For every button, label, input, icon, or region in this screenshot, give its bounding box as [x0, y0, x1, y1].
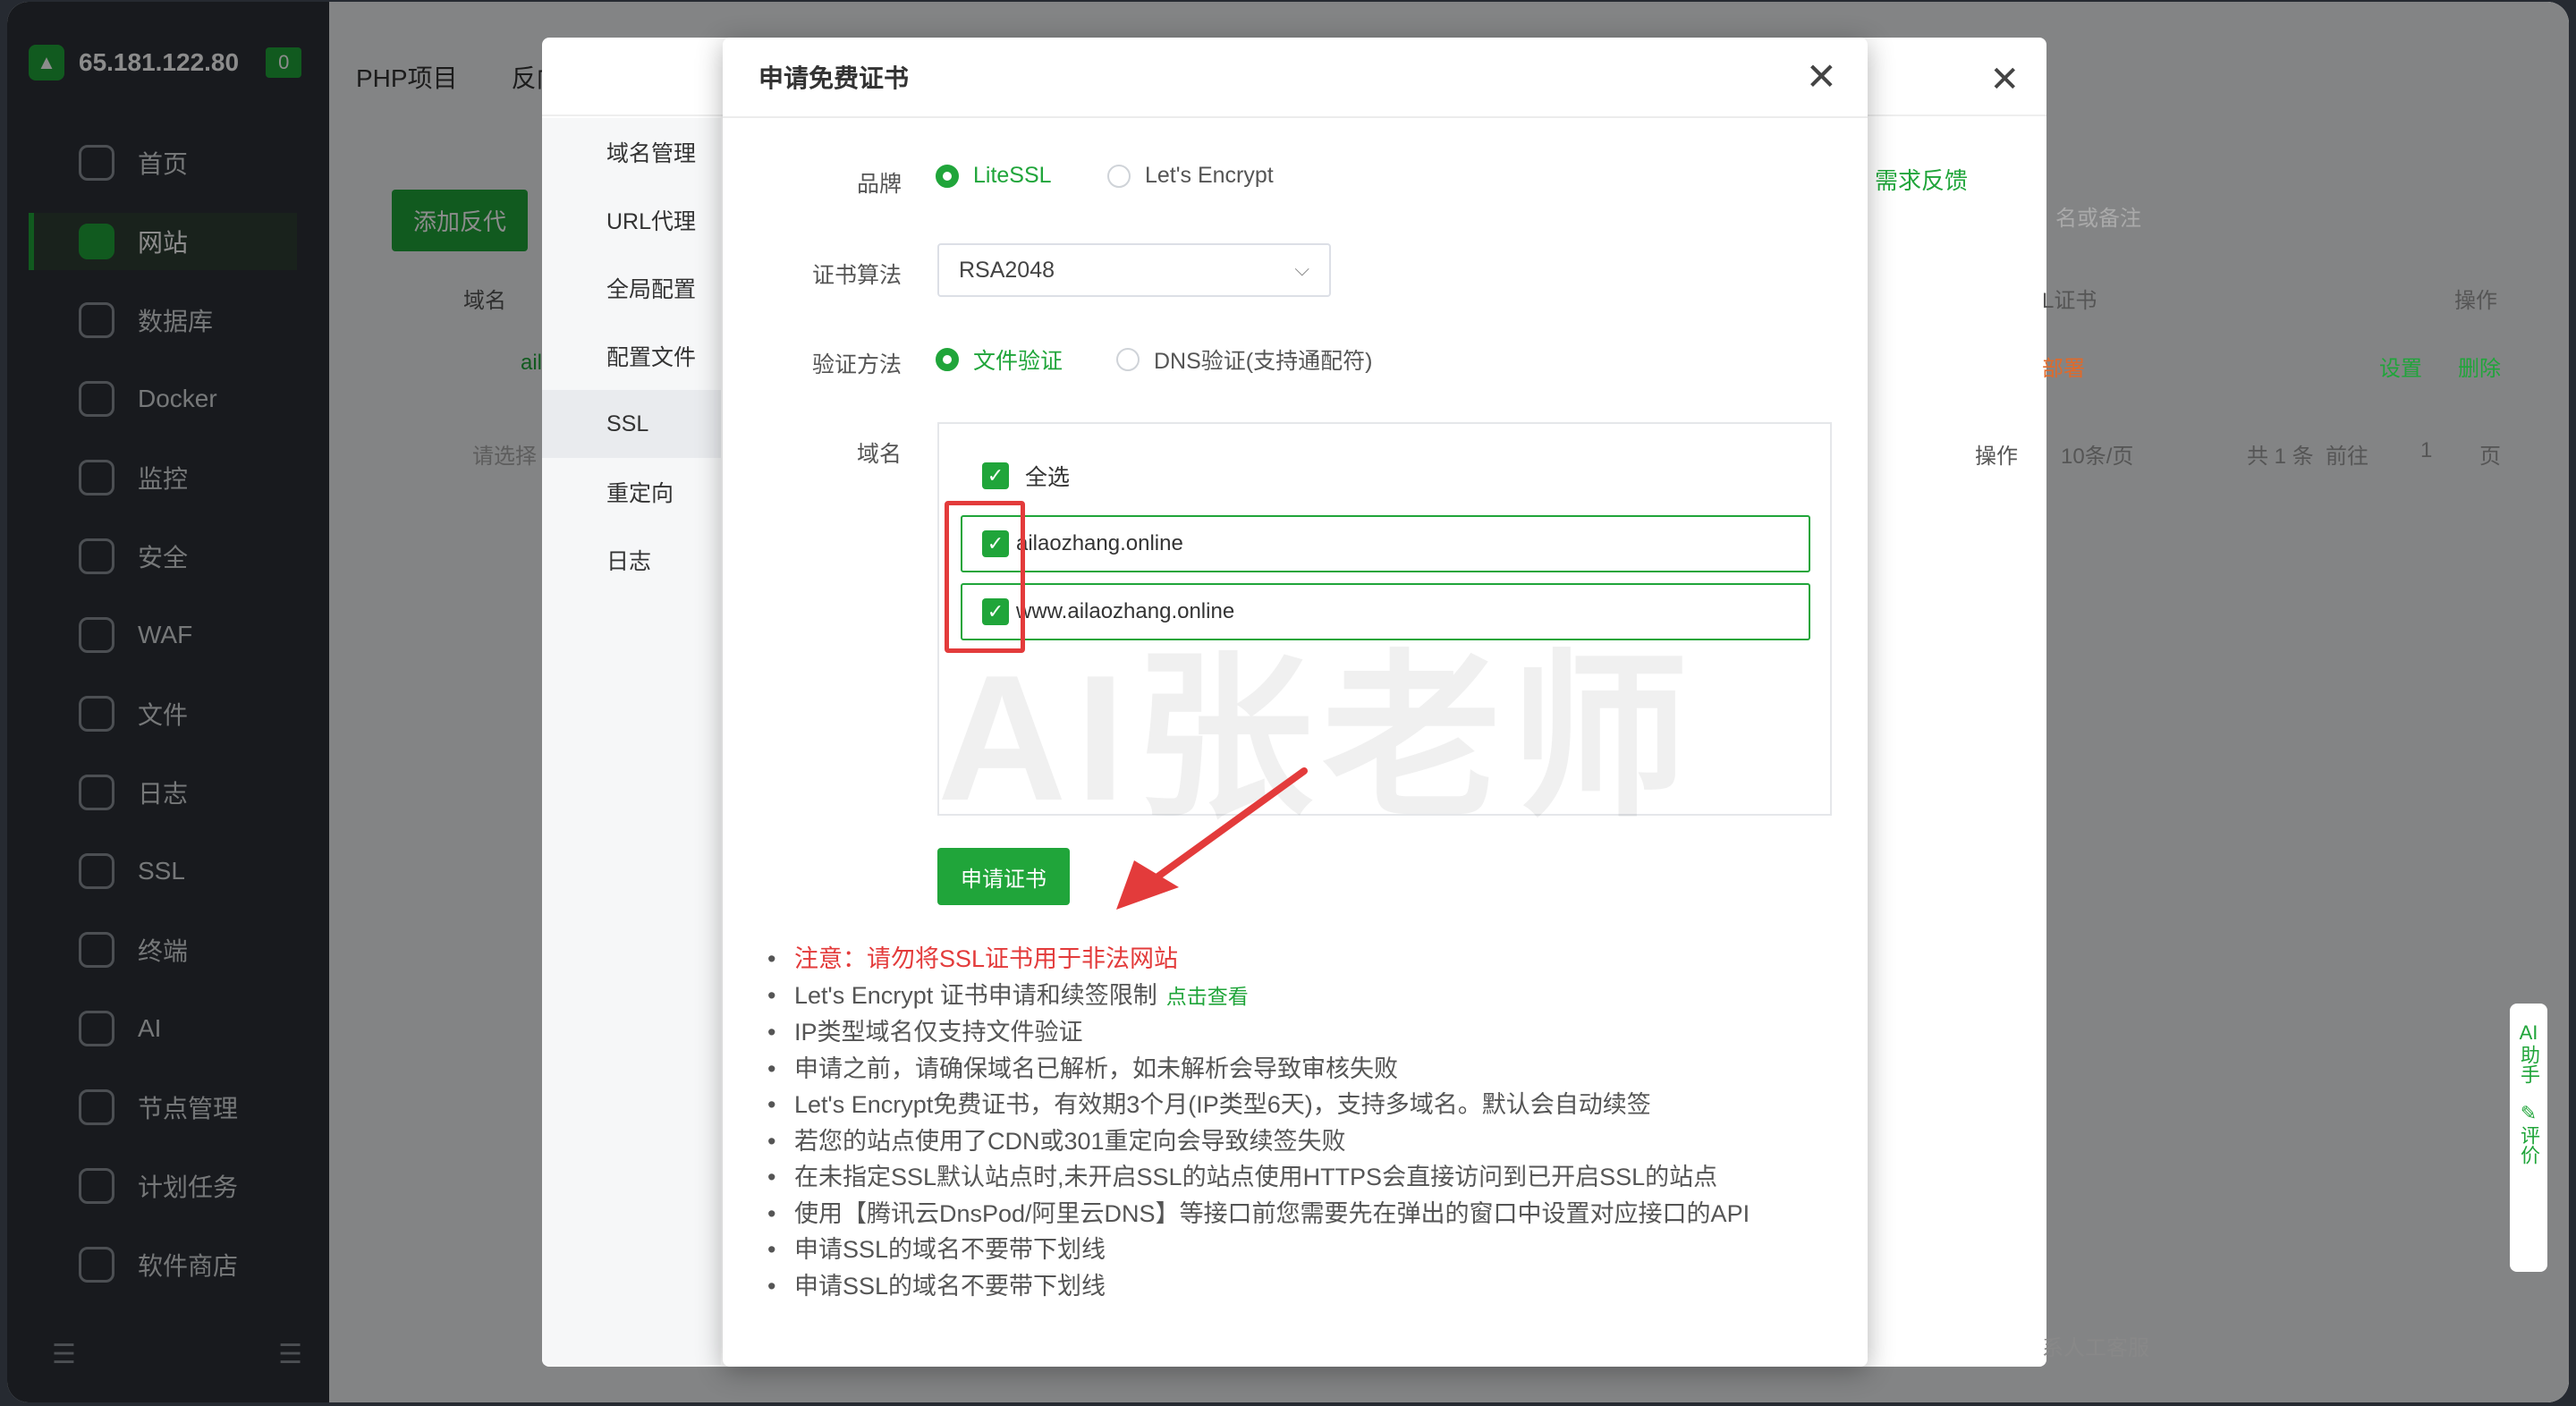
col-action: 操作 [2454, 289, 2497, 313]
ai-helper-widget[interactable]: AI 助手 ✎ 评价 [2510, 1004, 2547, 1272]
brand-label: 品牌 [856, 172, 902, 197]
note-item: 在未指定SSL默认站点时,未开启SSL的站点使用HTTPS会直接访问到已开启SS… [767, 1159, 1841, 1196]
close-icon[interactable]: ✕ [1989, 59, 2020, 100]
row-set-link[interactable]: 设置 [2379, 351, 2422, 382]
edit-icon: ✎ [2520, 1102, 2538, 1124]
row-delete-link[interactable]: 删除 [2458, 351, 2501, 382]
note-item: 使用【腾讯云DnsPod/阿里云DNS】等接口前您需要先在弹出的窗口中设置对应接… [767, 1196, 1841, 1232]
site-nav-item[interactable]: URL代理 [542, 186, 721, 254]
highlight-box [945, 501, 1025, 653]
verify-label: 验证方法 [811, 352, 902, 377]
radio-dot [936, 348, 959, 371]
algo-value: RSA2048 [959, 257, 1055, 283]
domain-name: www.ailaozhang.online [1016, 599, 1235, 623]
close-icon[interactable]: ✕ [1806, 57, 1837, 97]
site-nav-item[interactable]: 日志 [542, 526, 721, 594]
note-item: 申请SSL的域名不要带下划线 [767, 1232, 1841, 1268]
domain-label: 域名 [856, 442, 902, 467]
domain-list: ✓ 全选 ✓ ailaozhang.online ✓ www.ailaozhan… [937, 422, 1832, 816]
radio-dns-verify[interactable]: DNS验证(支持通配符) [1116, 343, 1372, 376]
page-input[interactable]: 1 [2420, 438, 2432, 463]
algo-label: 证书算法 [811, 263, 902, 288]
site-nav-item[interactable]: 域名管理 [542, 118, 721, 186]
pager-goto: 前往 [2326, 445, 2368, 469]
site-nav-item[interactable]: 全局配置 [542, 254, 721, 322]
note-item: 申请之前，请确保域名已解析，如未解析会导致审核失败 [767, 1051, 1841, 1088]
select-all-label: 全选 [1025, 465, 1071, 490]
apply-cert-modal: 申请免费证书 ✕ 品牌 LiteSSL Let's Encrypt 证书算法 R… [723, 38, 1868, 1367]
search-input[interactable]: 名或备注 [2055, 200, 2141, 232]
check-icon: ✓ [982, 462, 1009, 489]
select-all-checkbox[interactable]: ✓ 全选 [982, 460, 1070, 492]
note-item: 申请SSL的域名不要带下划线 [767, 1268, 1841, 1305]
site-nav-item[interactable]: SSL [542, 390, 721, 458]
notes-list: 注意：请勿将SSL证书用于非法网站 Let's Encrypt 证书申请和续签限… [767, 941, 1841, 1304]
deploy-status[interactable]: 部署 [2042, 351, 2085, 382]
radio-label: LiteSSL [973, 163, 1052, 188]
pager-total: 共 1 条 [2247, 445, 2314, 469]
domain-name: ailaozhang.online [1016, 531, 1183, 555]
algo-select[interactable]: RSA2048 ⌵ [937, 243, 1331, 297]
radio-dot [1107, 164, 1131, 188]
domain-row[interactable]: ✓ www.ailaozhang.online [961, 583, 1810, 640]
radio-litessl[interactable]: LiteSSL [936, 163, 1052, 189]
apply-cert-button[interactable]: 申请证书 [937, 848, 1070, 905]
arrow-annotation [1116, 767, 1308, 910]
eval-label[interactable]: 评价 [2514, 1125, 2543, 1165]
note-item: 若您的站点使用了CDN或301重定向会导致续签失败 [767, 1123, 1841, 1160]
site-nav-item[interactable]: 配置文件 [542, 322, 721, 390]
ai-help-label: 助手 [2518, 1045, 2540, 1084]
radio-label: Let's Encrypt [1145, 163, 1274, 188]
note-item: IP类型域名仅支持文件验证 [767, 1014, 1841, 1051]
pager-action: 操作 [1975, 445, 2018, 469]
radio-dot [1116, 348, 1140, 371]
modal-title: 申请免费证书 [723, 38, 1868, 118]
chevron-down-icon: ⌵ [1294, 258, 1309, 280]
site-nav-item[interactable]: 重定向 [542, 458, 721, 526]
view-link[interactable]: 点击查看 [1166, 985, 1249, 1008]
page-size-select[interactable]: 10条/页 [2061, 438, 2133, 470]
note-item: 注意：请勿将SSL证书用于非法网站 [767, 941, 1841, 978]
radio-dot [936, 164, 959, 188]
radio-file-verify[interactable]: 文件验证 [936, 343, 1063, 376]
feedback-link[interactable]: 需求反馈 [1875, 163, 1968, 196]
ai-label: AI [2519, 1021, 2538, 1044]
domain-row[interactable]: ✓ ailaozhang.online [961, 515, 1810, 572]
radio-label: 文件验证 [973, 349, 1063, 374]
radio-label: DNS验证(支持通配符) [1154, 349, 1373, 374]
pager-unit: 页 [2479, 445, 2501, 469]
service-link[interactable]: 系人工客服 [2042, 1330, 2149, 1361]
site-settings-nav: 域名管理 URL代理 全局配置 配置文件 SSL 重定向 日志 [542, 118, 721, 1365]
note-item: Let's Encrypt免费证书，有效期3个月(IP类型6天)，支持多域名。默… [767, 1087, 1841, 1123]
note-text: Let's Encrypt 证书申请和续签限制 [794, 981, 1157, 1009]
note-item: Let's Encrypt 证书申请和续签限制点击查看 [767, 978, 1841, 1015]
radio-letsencrypt[interactable]: Let's Encrypt [1107, 163, 1274, 189]
app-window: ▲ 65.181.122.80 0 首页 网站 数据库 Docker 监控 安全 WAF 文件… [7, 2, 2569, 1402]
col-ssl: L证书 [2042, 289, 2097, 313]
